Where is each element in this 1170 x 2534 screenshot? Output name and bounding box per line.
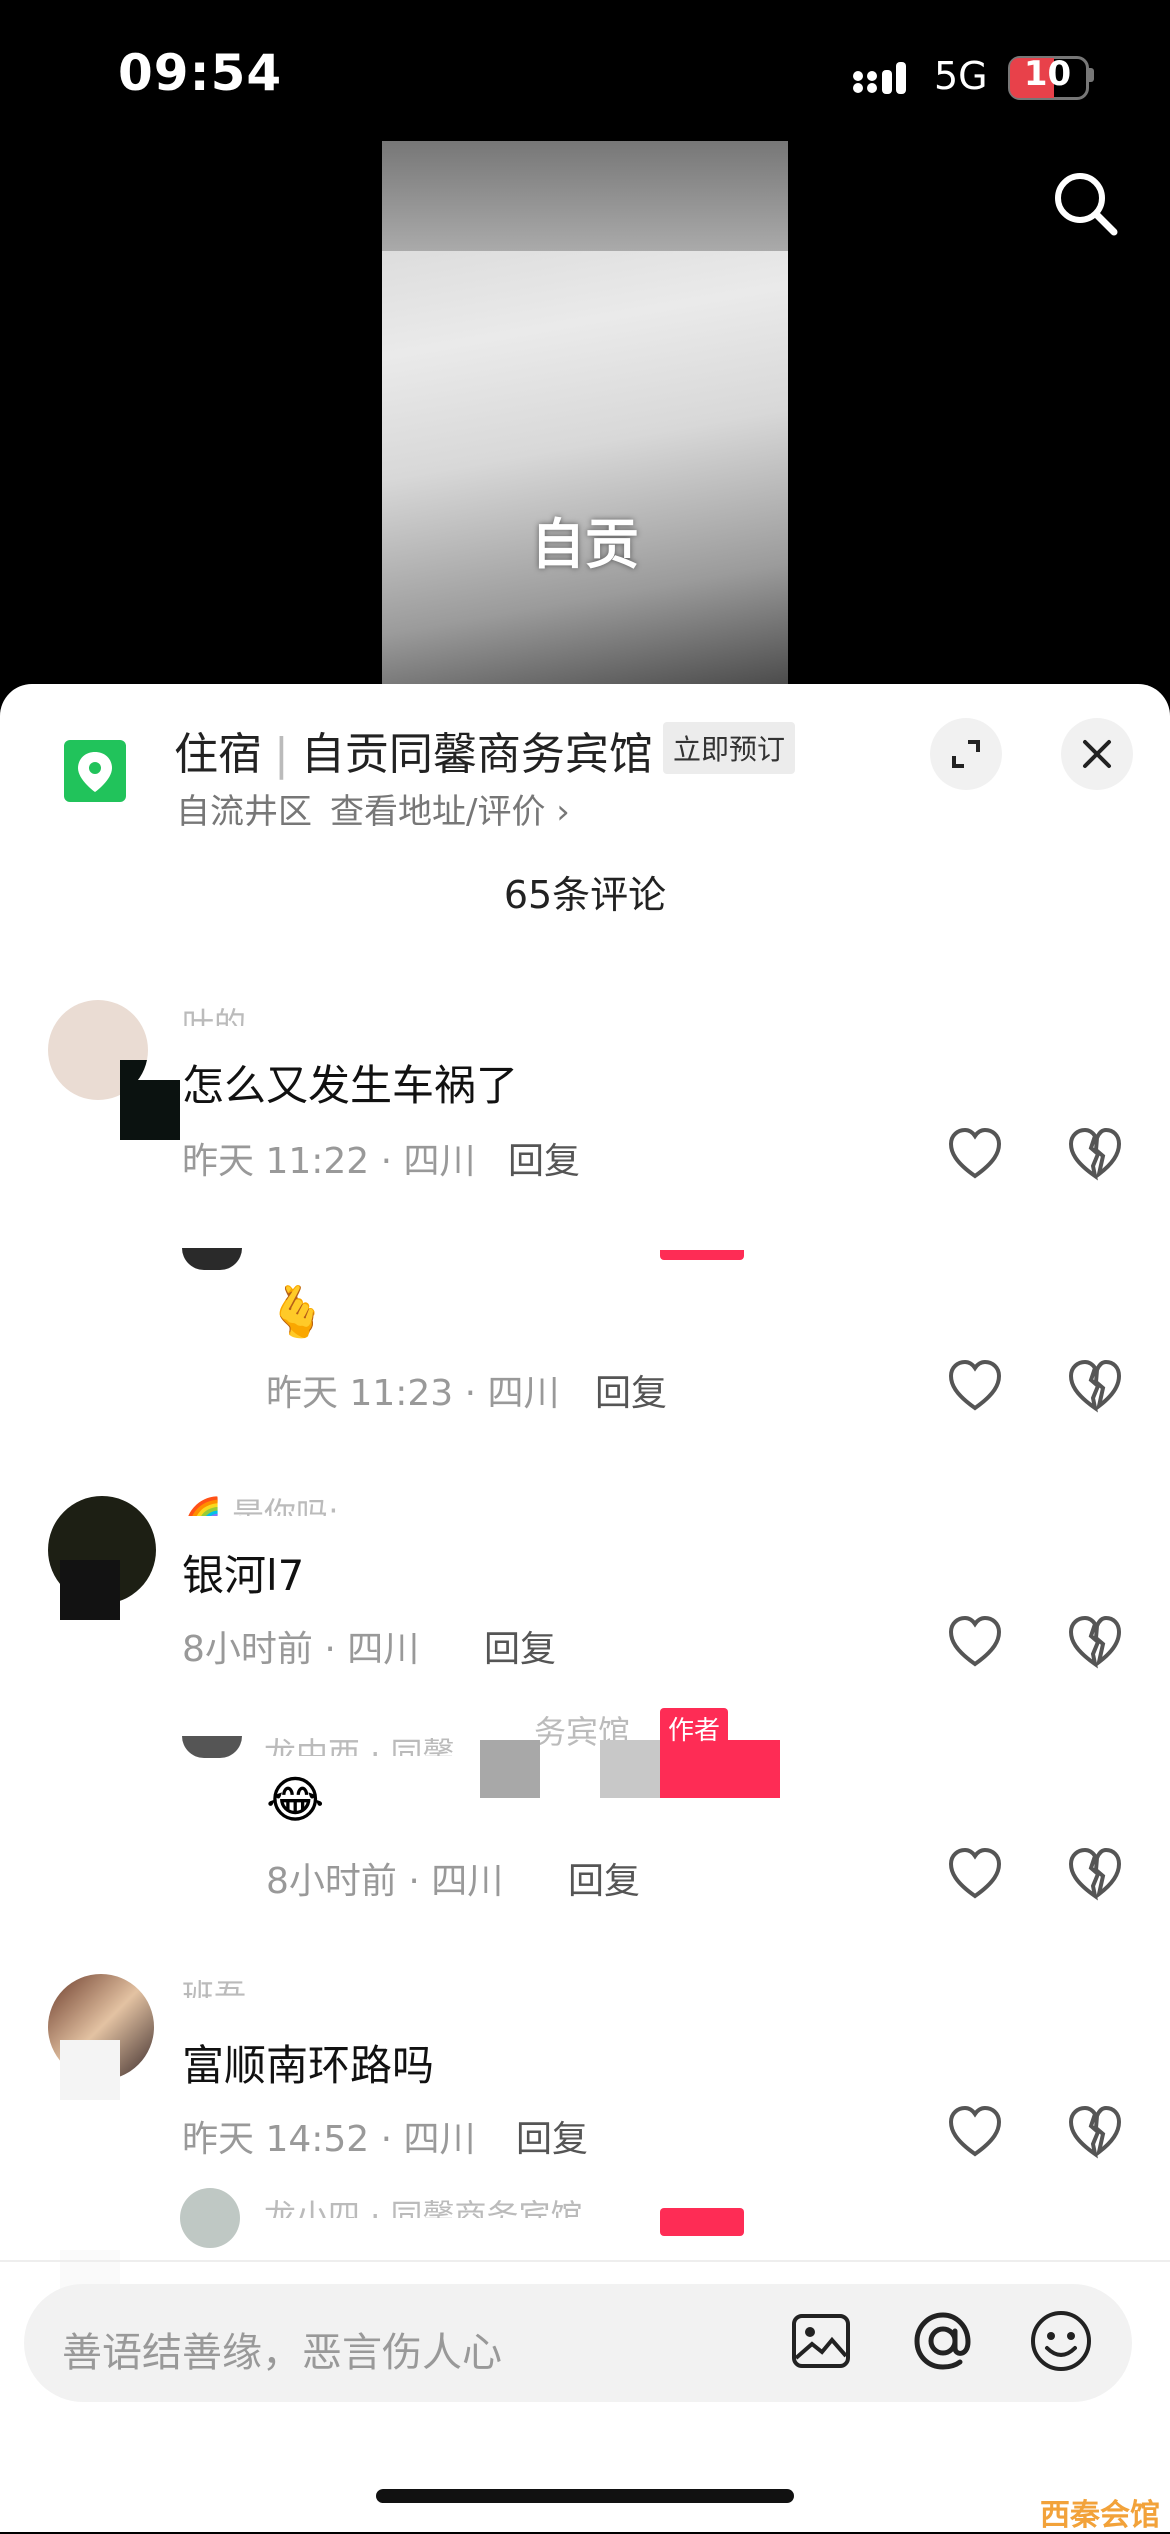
poi-subtitle[interactable]: 自流井区 查看地址/评价 › bbox=[176, 784, 570, 833]
signal-icon bbox=[853, 62, 906, 94]
like-heart-icon[interactable] bbox=[945, 1844, 1005, 1904]
home-indicator[interactable] bbox=[376, 2489, 794, 2503]
avatar-mosaic bbox=[60, 1560, 120, 1620]
network-label: 5G bbox=[934, 54, 988, 98]
comment-meta: 昨天 14:52 · 四川 bbox=[182, 2119, 476, 2160]
author-tag-peek bbox=[660, 2208, 744, 2236]
dislike-broken-heart-icon[interactable] bbox=[1065, 1124, 1125, 1184]
emoji-icon[interactable] bbox=[1028, 2308, 1094, 2374]
dislike-broken-heart-icon[interactable] bbox=[1065, 1612, 1125, 1672]
mosaic-block bbox=[480, 1740, 540, 1798]
poi-separator: | bbox=[274, 729, 289, 780]
battery-cap bbox=[1088, 68, 1094, 82]
comment-text: 银河l7 bbox=[182, 1551, 305, 1600]
expand-button[interactable] bbox=[930, 718, 1002, 790]
comment-text: 富顺南环路吗 bbox=[182, 2041, 435, 2090]
username[interactable]: 🌈 是你吗: bbox=[182, 1494, 382, 1516]
book-now-badge[interactable]: 立即预订 bbox=[663, 722, 796, 774]
like-heart-icon[interactable] bbox=[945, 2102, 1005, 2162]
dislike-broken-heart-icon[interactable] bbox=[1065, 2102, 1125, 2162]
poi-address-link[interactable]: 查看地址/评价 › bbox=[330, 792, 570, 832]
watermark: 西秦会馆 bbox=[1040, 2498, 1160, 2533]
poi-title[interactable]: 住宿 | 自贡同馨商务宾馆 bbox=[174, 718, 653, 782]
reply-button[interactable]: 回复 bbox=[568, 1852, 640, 1904]
video-player[interactable] bbox=[382, 141, 788, 687]
comment-count: 65条评论 bbox=[503, 873, 667, 917]
search-icon[interactable] bbox=[1052, 170, 1120, 238]
username[interactable]: 班吾 bbox=[182, 1976, 282, 1998]
reply-username[interactable]: 龙中西 · 同馨 bbox=[264, 1734, 464, 1756]
reply-emoji: 😂 bbox=[266, 1771, 325, 1829]
reply-button[interactable]: 回复 bbox=[484, 1620, 556, 1672]
close-icon bbox=[1083, 740, 1111, 768]
dislike-broken-heart-icon[interactable] bbox=[1065, 1844, 1125, 1904]
reply-button[interactable]: 回复 bbox=[595, 1364, 667, 1416]
video-frame-window bbox=[382, 141, 788, 251]
close-button[interactable] bbox=[1061, 718, 1133, 790]
avatar-mosaic bbox=[60, 2040, 120, 2100]
reply-meta: 昨天 11:23 · 四川 bbox=[266, 1373, 560, 1414]
comment-text: 怎么又发生车祸了 bbox=[182, 1061, 519, 1110]
dislike-broken-heart-icon[interactable] bbox=[1065, 1356, 1125, 1416]
reply-emoji: 🫰 bbox=[266, 1283, 329, 1341]
username[interactable]: 叶的 bbox=[182, 1004, 282, 1026]
expand-icon bbox=[952, 740, 980, 768]
comment-panel bbox=[0, 684, 1170, 2532]
poi-category: 住宿 bbox=[174, 729, 262, 780]
reply-meta: 8小时前 · 四川 bbox=[266, 1861, 504, 1902]
like-heart-icon[interactable] bbox=[945, 1124, 1005, 1184]
video-caption: 自贡 bbox=[531, 513, 639, 576]
author-tag: 作者 bbox=[660, 1708, 729, 1749]
mention-at-icon[interactable] bbox=[908, 2306, 978, 2376]
like-heart-icon[interactable] bbox=[945, 1356, 1005, 1416]
image-icon[interactable] bbox=[790, 2310, 852, 2372]
avatar-mosaic bbox=[120, 1080, 180, 1140]
poi-name: 自贡同馨商务宾馆 bbox=[300, 729, 653, 780]
poi-district: 自流井区 bbox=[176, 792, 312, 832]
comment-meta: 昨天 11:22 · 四川 bbox=[182, 1141, 476, 1182]
status-time: 09:54 bbox=[118, 44, 283, 102]
reply-username[interactable]: 龙小四 · 同馨商务宾馆 bbox=[264, 2196, 664, 2218]
reply-button[interactable]: 回复 bbox=[508, 1132, 580, 1184]
reply-button[interactable]: 回复 bbox=[516, 2110, 588, 2162]
author-tag-peek bbox=[660, 1250, 744, 1260]
comment-input-placeholder[interactable]: 善语结善缘，恶言伤人心 bbox=[62, 2320, 502, 2378]
reply-avatar[interactable] bbox=[180, 2188, 240, 2248]
battery-percent: 10 bbox=[1023, 54, 1072, 94]
location-pin-icon bbox=[64, 740, 126, 802]
input-divider bbox=[0, 2260, 1170, 2262]
mosaic-block bbox=[600, 1740, 660, 1798]
like-heart-icon[interactable] bbox=[945, 1612, 1005, 1672]
comment-meta: 8小时前 · 四川 bbox=[182, 1629, 420, 1670]
